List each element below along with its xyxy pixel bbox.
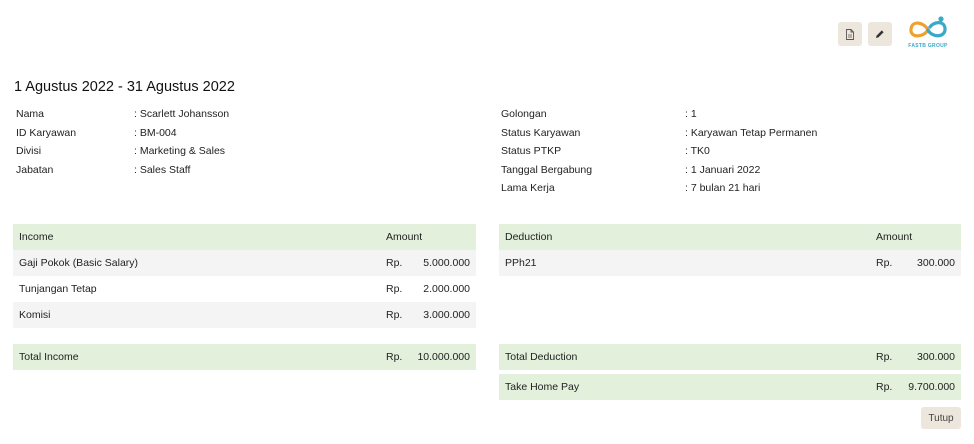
info-label: Status PTKP: [501, 145, 562, 158]
close-button[interactable]: Tutup: [921, 407, 961, 429]
currency-label: Rp.: [876, 257, 893, 269]
income-amount: 3.000.000: [423, 309, 470, 321]
total-income-content: Total Income Rp. 10.000.000: [13, 344, 476, 370]
logo-text: FASTB GROUP: [908, 43, 948, 49]
info-value: : TK0: [685, 145, 710, 158]
info-value: : BM-004: [134, 126, 177, 139]
info-row-nama: Nama : Scarlett Johansson: [16, 105, 229, 124]
company-logo: FASTB GROUP: [904, 14, 952, 54]
info-label: Golongan: [501, 108, 547, 121]
info-row-lama-kerja: Lama Kerja : 7 bulan 21 hari: [501, 179, 817, 198]
info-label: Nama: [16, 108, 45, 121]
currency-label: Rp.: [876, 381, 893, 393]
total-deduction-row: Total Deduction Rp. 300.000: [499, 344, 961, 370]
info-row-jabatan: Jabatan : Sales Staff: [16, 161, 229, 180]
total-deduction-label: Total Deduction: [505, 351, 578, 363]
income-table: Income Amount Gaji Pokok (Basic Salary) …: [13, 224, 476, 328]
info-label: Divisi: [16, 145, 42, 158]
deduction-amount: 300.000: [917, 257, 955, 269]
total-deduction-content: Total Deduction Rp. 300.000: [499, 344, 961, 370]
toolbar: FASTB GROUP: [838, 14, 952, 54]
info-row-status-karyawan: Status Karyawan : Karyawan Tetap Permane…: [501, 124, 817, 143]
infinity-logo-icon: [909, 16, 947, 38]
info-row-tanggal-bergabung: Tanggal Bergabung : 1 Januari 2022: [501, 161, 817, 180]
pencil-icon: [876, 30, 884, 38]
info-label: Lama Kerja: [501, 182, 555, 195]
info-value: : 1: [685, 108, 697, 121]
table-row: Komisi Rp. 3.000.000: [13, 302, 476, 328]
table-row: PPh21 Rp. 300.000: [499, 250, 961, 276]
amount-header: Amount: [876, 231, 913, 243]
info-value: : Sales Staff: [134, 163, 191, 176]
total-income-amount: 10.000.000: [417, 351, 470, 363]
employee-info-left: Nama : Scarlett Johansson ID Karyawan : …: [16, 105, 229, 179]
amount-header: Amount: [386, 231, 423, 243]
income-table-header: Income Amount: [13, 224, 476, 250]
currency-label: Rp.: [876, 351, 893, 363]
info-row-status-ptkp: Status PTKP : TK0: [501, 142, 817, 161]
take-home-pay-row: Take Home Pay Rp. 9.700.000: [499, 374, 961, 400]
info-value: : Marketing & Sales: [134, 145, 226, 158]
edit-button[interactable]: [868, 22, 892, 46]
document-icon: [846, 28, 854, 40]
table-row: Gaji Pokok (Basic Salary) Rp. 5.000.000: [13, 250, 476, 276]
pay-period-title: 1 Agustus 2022 - 31 Agustus 2022: [14, 79, 235, 95]
info-label: Jabatan: [16, 163, 54, 176]
info-label: ID Karyawan: [16, 126, 77, 139]
income-name: Komisi: [19, 309, 51, 321]
info-row-divisi: Divisi : Marketing & Sales: [16, 142, 229, 161]
info-value: : Karyawan Tetap Permanen: [685, 126, 818, 139]
total-deduction-amount: 300.000: [917, 351, 955, 363]
deduction-table: Deduction Amount PPh21 Rp. 300.000: [499, 224, 961, 276]
take-home-pay-label: Take Home Pay: [505, 381, 580, 393]
currency-label: Rp.: [386, 351, 403, 363]
currency-label: Rp.: [386, 309, 403, 321]
info-value: : 7 bulan 21 hari: [685, 182, 761, 195]
table-row: Tunjangan Tetap Rp. 2.000.000: [13, 276, 476, 302]
info-value: : 1 Januari 2022: [685, 163, 761, 176]
deduction-table-header: Deduction Amount: [499, 224, 961, 250]
total-income-label: Total Income: [19, 351, 79, 363]
take-home-pay-content: Take Home Pay Rp. 9.700.000: [499, 374, 961, 400]
info-row-golongan: Golongan : 1: [501, 105, 817, 124]
take-home-pay-amount: 9.700.000: [908, 381, 955, 393]
info-row-id-karyawan: ID Karyawan : BM-004: [16, 124, 229, 143]
deduction-name: PPh21: [505, 257, 537, 269]
info-label: Tanggal Bergabung: [501, 163, 593, 176]
currency-label: Rp.: [386, 283, 403, 295]
info-value: : Scarlett Johansson: [134, 108, 230, 121]
income-amount: 5.000.000: [423, 257, 470, 269]
total-income-row: Total Income Rp. 10.000.000: [13, 344, 476, 370]
currency-label: Rp.: [386, 257, 403, 269]
income-header: Income: [19, 231, 54, 243]
export-pdf-button[interactable]: [838, 22, 862, 46]
employee-info-right: Golongan : 1 Status Karyawan : Karyawan …: [501, 105, 817, 198]
deduction-header: Deduction: [505, 231, 553, 243]
info-label: Status Karyawan: [501, 126, 581, 139]
income-name: Tunjangan Tetap: [19, 283, 97, 295]
income-amount: 2.000.000: [423, 283, 470, 295]
income-name: Gaji Pokok (Basic Salary): [19, 257, 139, 269]
